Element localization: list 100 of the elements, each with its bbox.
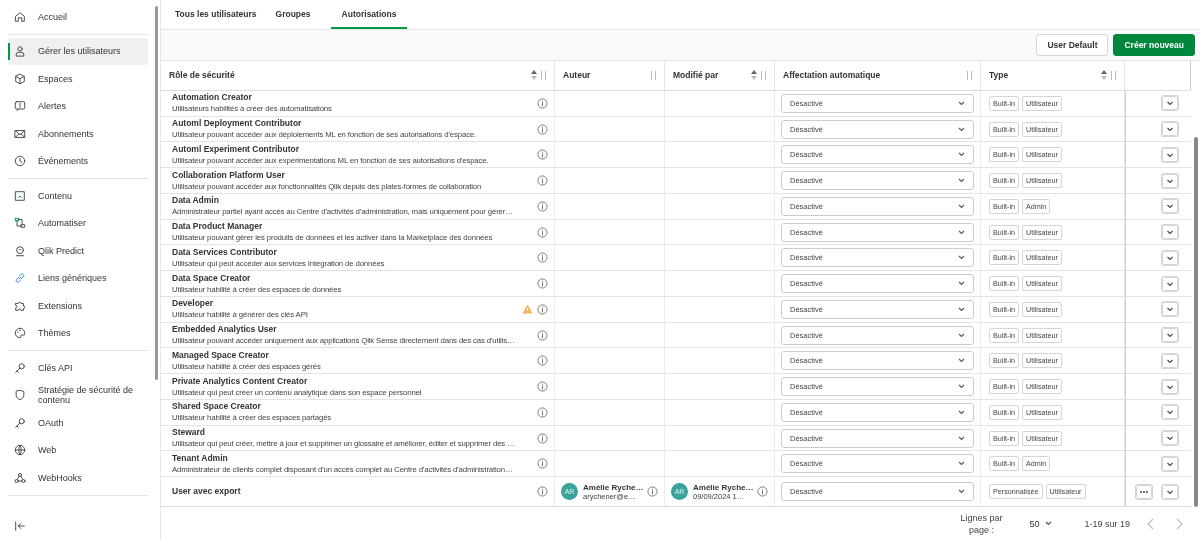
resize-handle[interactable] — [761, 70, 766, 80]
expand-button[interactable] — [1161, 249, 1179, 266]
sidebar-item[interactable]: WebHooks — [8, 464, 148, 492]
expand-button[interactable] — [1161, 430, 1179, 447]
sidebar-item[interactable]: Contenu — [8, 182, 148, 210]
chevron-down-icon — [958, 461, 965, 467]
column-header[interactable]: Affectation automatique — [775, 61, 981, 90]
info-icon[interactable] — [537, 303, 548, 315]
collapse-icon[interactable] — [14, 520, 26, 532]
warning-icon — [522, 304, 533, 315]
info-icon[interactable] — [537, 175, 548, 187]
scrollbar[interactable] — [155, 6, 158, 380]
info-icon[interactable] — [537, 278, 548, 290]
chevron-down-icon — [958, 384, 965, 390]
expand-button[interactable] — [1161, 483, 1179, 500]
info-icon[interactable] — [537, 149, 548, 161]
home-icon — [14, 10, 26, 23]
sidebar-item[interactable]: Web — [8, 436, 148, 464]
sidebar-item[interactable]: Accueil — [8, 3, 148, 31]
resize-handle[interactable] — [967, 70, 972, 80]
info-icon[interactable] — [537, 432, 548, 444]
role-name: Data Services Contributor — [172, 246, 278, 258]
expand-button[interactable] — [1161, 146, 1179, 163]
sidebar-item[interactable]: Qlik Predict — [8, 237, 148, 265]
info-icon[interactable] — [537, 406, 548, 418]
sidebar-item[interactable]: Espaces — [8, 65, 148, 93]
chevron-down-icon — [958, 229, 965, 235]
sort-icon[interactable] — [751, 70, 757, 81]
user-name: Amélie Ryche… — [583, 482, 644, 492]
sidebar-item[interactable]: Gérer les utilisateurs — [8, 37, 148, 65]
role-name: Tenant Admin — [172, 452, 229, 464]
expand-button[interactable] — [1161, 275, 1179, 292]
document-icon — [14, 189, 26, 202]
sidebar-item[interactable]: Alertes — [8, 92, 148, 120]
expand-button[interactable] — [1161, 121, 1179, 138]
sidebar-item[interactable]: Stratégie de sécurité de contenu — [8, 381, 148, 409]
expand-button[interactable] — [1161, 95, 1179, 112]
role-name: Embedded Analytics User — [172, 324, 278, 336]
chevron-down-icon — [958, 152, 965, 158]
robot-icon — [14, 244, 26, 257]
sidebar-item[interactable]: Extensions — [8, 292, 148, 320]
expand-button[interactable] — [1161, 172, 1179, 189]
sidebar-item[interactable]: Événements — [8, 147, 148, 175]
resize-handle[interactable] — [541, 70, 546, 80]
sort-icon[interactable] — [531, 70, 537, 81]
info-icon[interactable] — [537, 381, 548, 393]
sidebar-item[interactable]: Automatiser — [8, 209, 148, 237]
info-icon[interactable] — [537, 200, 548, 212]
role-name: Data Space Creator — [172, 272, 252, 284]
default-button[interactable]: User Default — [1036, 34, 1109, 56]
info-icon[interactable] — [537, 226, 548, 238]
expand-button[interactable] — [1161, 224, 1179, 241]
sidebar-item[interactable]: OAuth — [8, 409, 148, 437]
expand-button[interactable] — [1161, 301, 1179, 318]
tab[interactable]: Tous les utilisateurs — [165, 0, 255, 29]
globe-icon — [14, 444, 26, 457]
expand-button[interactable] — [1161, 327, 1179, 344]
sidebar-item[interactable]: Thèmes — [8, 319, 148, 347]
info-icon[interactable] — [537, 97, 548, 109]
more-icon[interactable] — [1135, 483, 1153, 500]
role-name: Steward — [172, 427, 207, 439]
info-icon[interactable] — [537, 252, 548, 264]
column-header[interactable]: Auteur — [555, 61, 665, 90]
info-icon[interactable] — [647, 486, 658, 498]
role-name: Automl Deployment Contributor — [172, 118, 303, 130]
expand-button[interactable] — [1161, 404, 1179, 421]
clock-icon — [14, 155, 26, 168]
column-header[interactable]: Rôle de sécurité — [161, 61, 555, 90]
chevron-down-icon — [958, 100, 965, 106]
role-name: Automl Experiment Contributor — [172, 143, 301, 155]
alert-icon — [14, 100, 26, 113]
expand-button[interactable] — [1161, 378, 1179, 395]
info-icon[interactable] — [537, 486, 548, 498]
expand-button[interactable] — [1161, 198, 1179, 215]
role-name: Private Analytics Content Creator — [172, 375, 309, 387]
resize-handle[interactable] — [1111, 70, 1116, 80]
column-header[interactable]: Modifié par — [665, 61, 775, 90]
create-button[interactable]: Créer nouveau — [1113, 34, 1195, 56]
info-icon[interactable] — [537, 123, 548, 135]
sidebar-item[interactable]: Liens génériques — [8, 264, 148, 292]
role-name: Data Product Manager — [172, 221, 264, 233]
chevron-down-icon — [958, 435, 965, 441]
scrollbar[interactable] — [1194, 137, 1198, 507]
sort-icon[interactable] — [1101, 70, 1107, 81]
info-icon[interactable] — [757, 486, 768, 498]
rows-per-page-select[interactable]: 50 — [1023, 517, 1059, 530]
info-icon[interactable] — [537, 329, 548, 341]
role-name: Managed Space Creator — [172, 349, 270, 361]
sidebar-item[interactable]: Abonnements — [8, 120, 148, 148]
tab[interactable]: Groupes — [255, 0, 331, 29]
info-icon[interactable] — [537, 458, 548, 470]
resize-handle[interactable] — [651, 70, 656, 80]
role-name: Shared Space Creator — [172, 401, 262, 413]
expand-button[interactable] — [1161, 455, 1179, 472]
expand-button[interactable] — [1161, 352, 1179, 369]
sidebar-item[interactable]: Clés API — [8, 354, 148, 382]
chevron-down-icon — [958, 178, 965, 184]
column-header[interactable]: Type — [981, 61, 1125, 90]
info-icon[interactable] — [537, 355, 548, 367]
link-icon — [14, 272, 26, 285]
